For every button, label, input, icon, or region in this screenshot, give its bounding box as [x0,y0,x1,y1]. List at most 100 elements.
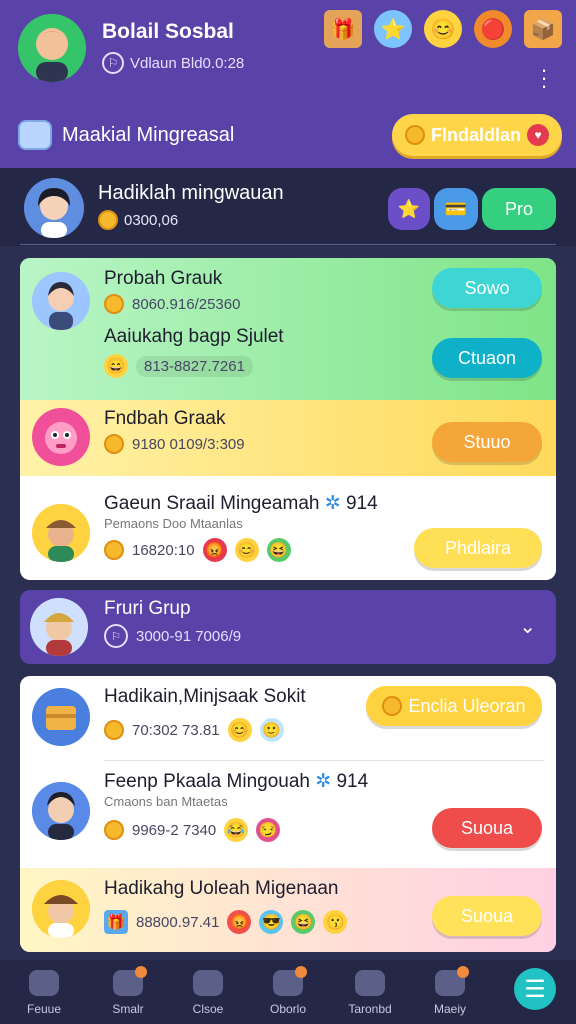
user-avatar[interactable] [18,14,86,82]
row-meta: 70:302 73.81 😊 🙂 [104,718,284,742]
row-avatar[interactable] [32,688,90,746]
emoji-icon: 😡 [202,538,227,562]
emoji-icon: 😊 [227,718,252,742]
top-icon-bar: 🎁 ⭐ 😊 🔴 📦 [324,10,562,48]
message-icon [355,970,385,996]
row-divider [104,760,544,761]
row-subtitle: Cmaons ban Mtaetas [104,794,228,809]
notification-badge [295,966,307,978]
coin-icon [382,696,403,716]
row-title: Feenp Pkaala Mingouah ✲ 914 [104,771,369,792]
coin-icon [104,540,124,560]
nav-item-game[interactable]: Maeiy [420,966,480,1016]
emoji-icon: 😊 [234,538,259,562]
app-header: Bolail Sosbal ⚐ Vdlaun Bld0.0:28 🎁 ⭐ 😊 🔴… [0,0,576,168]
row-avatar[interactable] [32,504,90,562]
emoji-icon: 😗 [323,910,348,934]
coin-icon [104,820,124,840]
group-card-1: Probah Grauk 8060.916/25360 Sowo Aaiukah… [20,258,556,580]
heart-icon: ♥ [527,124,549,146]
row-meta: 😄 813-8827.7261 [104,354,253,378]
gift-icon: 🎁 [104,910,128,934]
row-avatar[interactable] [32,880,90,938]
nav-item-home[interactable]: Feuue [14,970,74,1016]
more-menu-icon[interactable]: · · · [538,59,550,97]
row-avatar[interactable] [32,782,90,840]
row-title: Aaiukahg bagp Sjulet [104,326,284,347]
nav-item-friends[interactable]: Smalr [98,966,158,1016]
promo-button[interactable]: Flndaldlan ♥ [392,114,562,156]
menu-button[interactable]: ☰ [514,968,556,1010]
row-title: Hadikain,Minjsaak Sokit [104,686,306,707]
gamepad-icon [435,966,469,996]
profile-coins: 0300,06 [98,210,178,230]
row-avatar[interactable] [32,408,90,466]
row-title: Gaeun Sraail Mingeamah ✲ 914 [104,493,378,514]
emoji-icon: 😡 [227,910,252,934]
emoji-icon: 😆 [266,538,291,562]
profile-avatar[interactable] [24,178,84,238]
row-action-button[interactable]: Ctuaon [432,338,542,378]
row-meta: 8060.916/25360 [104,294,240,314]
notification-badge [457,966,469,978]
row-meta: ⚐ 3000-91 7006/9 [104,624,241,648]
orange-coin-icon[interactable]: 🔴 [474,10,512,48]
row-action-button[interactable]: Suoua [432,808,542,848]
runner-icon: ⚐ [102,52,124,74]
people-icon [113,966,147,996]
row-title: Fndbah Graak [104,408,226,429]
star-button[interactable]: ⭐ [388,188,430,230]
row-meta: 🎁 88800.97.41 😡 😎 😆 😗 [104,910,348,934]
nav-item-groups[interactable]: Clsoe [178,970,238,1016]
row-title: Hadikahg Uoleah Migenaan [104,878,339,899]
row-action-button[interactable]: Sowo [432,268,542,308]
row-meta: 9969-2 7340 😂 😏 [104,818,281,842]
row-action-button[interactable]: Phdlaira [414,528,542,568]
nav-item-messages[interactable]: Taronbd [340,970,400,1016]
chat-icon [273,966,307,996]
divider [20,244,556,245]
bottom-nav: Feuue Smalr Clsoe Oborlo Taronbd Maeiy ☰ [0,960,576,1024]
home-icon [29,970,59,996]
section-title: Maakial Mingreasal [62,124,235,146]
pro-button[interactable]: Pro [482,188,556,230]
section-icon [18,120,52,150]
coin-icon [104,434,124,454]
profile-name: Hadiklah mingwauan [98,182,284,204]
row-action-button[interactable]: Stuuo [432,422,542,462]
coin-icon [104,294,124,314]
emoji-icon: 😎 [259,910,284,934]
emoji-icon: 😂 [224,818,249,842]
chevron-down-icon[interactable]: ⌄ [519,614,536,639]
coin-icon [104,720,124,740]
gear-icon: ✲ [324,493,341,514]
gift-box-icon[interactable]: 🎁 [324,10,362,48]
row-avatar[interactable] [32,272,90,330]
group-card-3: Hadikain,Minjsaak Sokit 70:302 73.81 😊 🙂… [20,676,556,952]
row-meta: 9180 0109/3:309 [104,434,245,454]
profile-strip: Hadiklah mingwauan 0300,06 ⭐ 💳 Pro [0,168,576,246]
coin-icon [405,125,425,145]
smiley-icon[interactable]: 😊 [424,10,462,48]
star-badge-icon[interactable]: ⭐ [374,10,412,48]
row-meta: 16820:10 😡 😊 😆 [104,538,291,562]
notification-badge [135,966,147,978]
nav-item-chat[interactable]: Oborlo [258,966,318,1016]
user-status: ⚐ Vdlaun Bld0.0:28 [102,52,244,74]
coin-icon [98,210,118,230]
row-action-button[interactable]: Enclia Uleoran [366,686,542,726]
group-card-collapsed[interactable]: Fruri Grup ⚐ 3000-91 7006/9 ⌄ [20,590,556,664]
emoji-icon: 😄 [104,354,128,378]
gear-icon: ✲ [315,771,332,792]
group-icon [193,970,223,996]
treasure-chest-icon[interactable]: 📦 [524,10,562,48]
wallet-button[interactable]: 💳 [434,188,478,230]
emoji-icon: 😆 [291,910,316,934]
group-title: Fruri Grup [104,598,191,619]
runner-icon: ⚐ [104,624,128,648]
row-title: Probah Grauk [104,268,223,289]
row-action-button[interactable]: Suoua [432,896,542,936]
row-avatar[interactable] [30,598,88,656]
emoji-icon: 🙂 [259,718,284,742]
row-subtitle: Pemaons Doo Mtaanlas [104,516,243,531]
